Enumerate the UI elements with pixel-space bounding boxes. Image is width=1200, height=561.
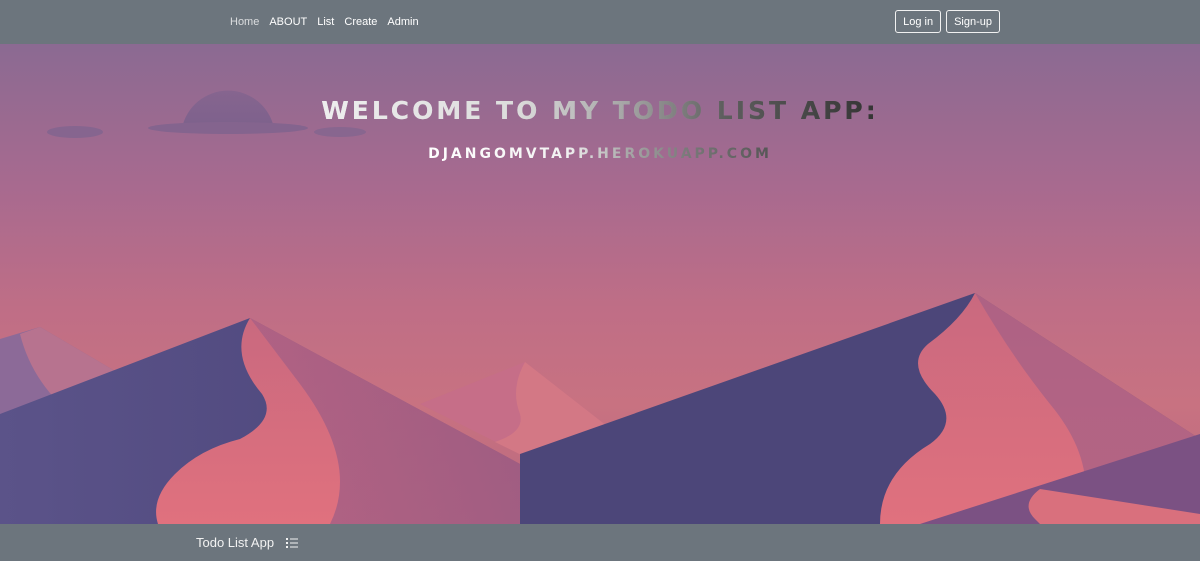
- cloud-shape: [47, 126, 103, 138]
- nav-link-admin[interactable]: Admin: [387, 16, 418, 28]
- nav-link-create[interactable]: Create: [344, 16, 377, 28]
- nav-links: Home ABOUT List Create Admin: [230, 0, 419, 44]
- footer-brand-label: Todo List App: [196, 535, 275, 550]
- nav-link-list[interactable]: List: [317, 16, 334, 28]
- top-navbar: Home ABOUT List Create Admin Log in Sign…: [0, 0, 1200, 44]
- hero-title-text: WELCOME TO MY TODO LIST APP:: [321, 96, 879, 125]
- hero-subtitle: DJANGOMVTAPP.HEROKUAPP.COM: [0, 146, 1200, 162]
- login-button[interactable]: Log in: [895, 10, 942, 33]
- hero-subtitle-text: DJANGOMVTAPP.HEROKUAPP.COM: [428, 146, 772, 162]
- signup-button[interactable]: Sign-up: [946, 10, 1000, 33]
- footer-bar: Todo List App: [0, 524, 1200, 561]
- nav-link-about[interactable]: ABOUT: [269, 16, 307, 28]
- footer-brand[interactable]: Todo List App: [196, 524, 299, 561]
- cloud-shape: [314, 127, 366, 137]
- list-icon: [286, 537, 299, 548]
- nav-actions: Log in Sign-up: [895, 10, 1000, 33]
- hero-title: WELCOME TO MY TODO LIST APP:: [0, 96, 1200, 125]
- nav-link-home[interactable]: Home: [230, 16, 259, 28]
- hero-banner: WELCOME TO MY TODO LIST APP: DJANGOMVTAP…: [0, 44, 1200, 524]
